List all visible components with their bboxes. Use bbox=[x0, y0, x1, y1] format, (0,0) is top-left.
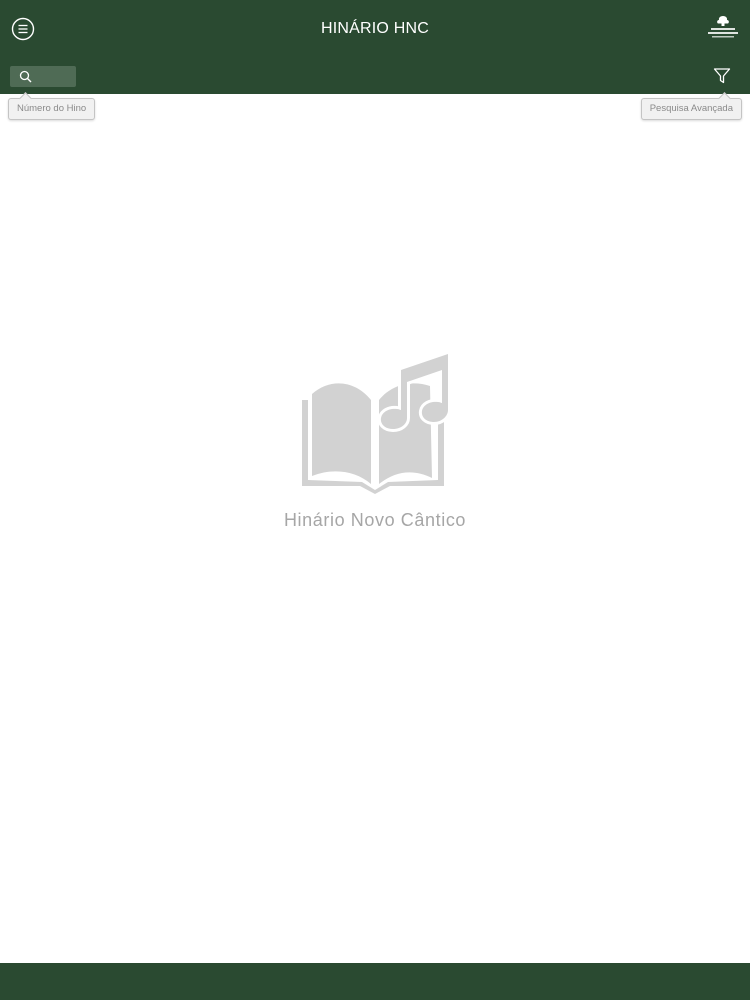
search-icon bbox=[19, 70, 32, 83]
funnel-icon bbox=[713, 68, 731, 84]
empty-state-label: Hinário Novo Cântico bbox=[283, 510, 467, 530]
empty-state-illustration bbox=[300, 351, 451, 497]
church-logo bbox=[705, 14, 741, 42]
advanced-search-tooltip: Pesquisa Avançada bbox=[640, 98, 742, 120]
top-bar: HINÁRIO HNC bbox=[0, 0, 750, 94]
hymn-number-search-input[interactable] bbox=[10, 66, 76, 87]
page-title: HINÁRIO HNC bbox=[321, 20, 429, 37]
book-music-icon bbox=[302, 351, 451, 494]
bottom-bar bbox=[0, 963, 750, 1000]
app-root: HINÁRIO HNC Número do Hino Pesquisa Avan… bbox=[0, 0, 750, 1000]
advanced-search-button[interactable] bbox=[713, 67, 731, 85]
hymn-number-tooltip: Número do Hino bbox=[8, 98, 96, 120]
church-logo-icon bbox=[708, 16, 738, 38]
